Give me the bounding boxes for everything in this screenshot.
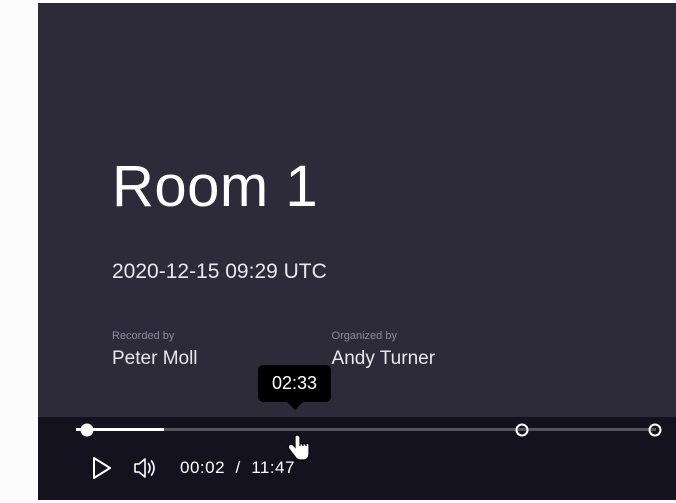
room-title: Room 1 [112, 153, 676, 220]
current-time: 00:02 [180, 458, 225, 477]
volume-icon [134, 458, 158, 478]
total-time: 11:47 [251, 458, 295, 477]
play-button[interactable] [92, 457, 112, 479]
seek-time-tooltip: 02:33 [258, 365, 331, 402]
video-player-window: Room 1 2020-12-15 09:29 UTC Recorded by … [38, 3, 676, 500]
recorded-by-name: Peter Moll [112, 348, 198, 370]
time-separator: / [236, 458, 241, 477]
chapter-marker[interactable] [516, 423, 529, 436]
recording-timestamp: 2020-12-15 09:29 UTC [112, 260, 676, 284]
credits-row: Recorded by Peter Moll Organized by Andy… [112, 330, 676, 370]
volume-button[interactable] [134, 458, 158, 478]
organized-by-name: Andy Turner [332, 348, 436, 370]
time-display: 00:02 / 11:47 [180, 458, 295, 478]
recorded-by-label: Recorded by [112, 330, 198, 342]
organized-by-label: Organized by [332, 330, 436, 342]
chapter-marker[interactable] [649, 423, 662, 436]
play-icon [92, 457, 112, 479]
seek-bar[interactable] [76, 428, 656, 431]
video-overlay-info: Room 1 2020-12-15 09:29 UTC Recorded by … [112, 153, 676, 370]
recorded-by-block: Recorded by Peter Moll [112, 330, 198, 370]
organized-by-block: Organized by Andy Turner [332, 330, 436, 370]
player-controls-bar: 00:02 / 11:47 [38, 417, 676, 500]
seek-bar-thumb[interactable] [81, 423, 94, 436]
